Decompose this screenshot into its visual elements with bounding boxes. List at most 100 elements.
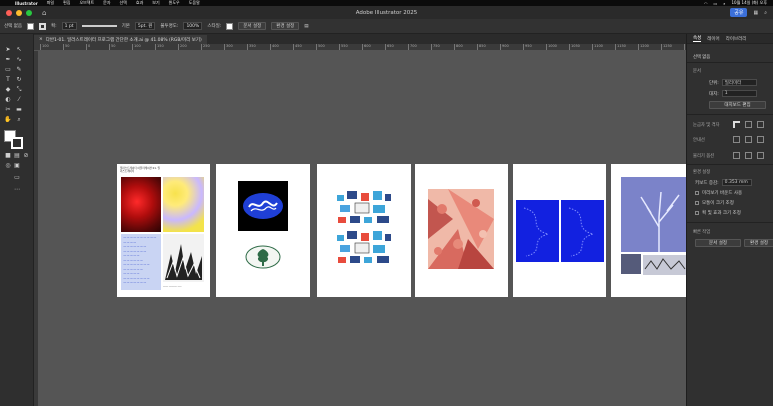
tab-properties[interactable]: 속성 bbox=[693, 35, 702, 42]
guides-title: 안내선 bbox=[693, 138, 705, 143]
type-tool-icon[interactable]: T bbox=[4, 76, 12, 84]
eyedropper-tool-icon[interactable]: ⁄ bbox=[15, 96, 23, 104]
document-setup-button[interactable]: 문서 설정 bbox=[238, 22, 267, 30]
icon-infographic bbox=[337, 191, 391, 263]
scale-strokes-checkbox[interactable] bbox=[695, 211, 699, 215]
stroke-swatch[interactable] bbox=[39, 22, 46, 30]
scale-tool-icon[interactable]: ⤡ bbox=[15, 86, 23, 94]
ruler-tick-label: 1050 bbox=[569, 44, 580, 50]
snap-to-glyph-icon[interactable] bbox=[757, 152, 764, 159]
wifi-icon[interactable]: ◠ bbox=[704, 1, 708, 6]
screen-mode-icon[interactable]: ▣ bbox=[13, 162, 21, 170]
ruler-tick-label: 900 bbox=[500, 44, 509, 50]
artboard-tool-icon[interactable]: ✂ bbox=[4, 106, 12, 114]
preview-bounds-checkbox[interactable] bbox=[695, 191, 699, 195]
shape-builder-tool-icon[interactable]: ◐ bbox=[4, 96, 12, 104]
show-guides-icon[interactable] bbox=[733, 136, 740, 143]
rotate-tool-icon[interactable]: ↻ bbox=[15, 76, 23, 84]
stroke-weight-field[interactable]: 1 pt bbox=[61, 22, 77, 30]
edit-toolbar-icon[interactable]: ⋯ bbox=[13, 186, 21, 194]
minimize-window-button[interactable] bbox=[16, 9, 22, 16]
home-icon[interactable]: ⌂ bbox=[42, 9, 46, 17]
none-mode-icon[interactable]: ⊘ bbox=[22, 152, 30, 160]
stroke-profile-label[interactable]: 기본 bbox=[122, 23, 130, 29]
grid-toggle-icon[interactable] bbox=[745, 121, 752, 128]
close-window-button[interactable] bbox=[6, 9, 12, 16]
curvature-tool-icon[interactable]: ∿ bbox=[15, 56, 23, 64]
brush-definition-field[interactable]: 5pt. 원 bbox=[134, 22, 156, 30]
artboard-3[interactable] bbox=[317, 164, 411, 297]
edit-artboard-button[interactable]: 대지보드 편집 bbox=[709, 101, 766, 109]
rectangle-tool-icon[interactable]: ▭ bbox=[4, 66, 12, 74]
gradient-tool-icon[interactable]: ▬ bbox=[15, 106, 23, 114]
no-selection-label: 선택 없음 bbox=[693, 55, 711, 60]
gradient-mode-icon[interactable]: ▤ bbox=[13, 152, 21, 160]
ruler-tick-label: 250 bbox=[201, 44, 210, 50]
snap-to-point-icon[interactable] bbox=[733, 152, 740, 159]
ruler-tick-label: 150 bbox=[155, 44, 164, 50]
keyboard-increment-label: 키보드 증감: bbox=[695, 180, 719, 186]
properties-panel: 속성 레이어 라이브러리 선택 없음 문서 단위: 밀리미터 대지: 1 대지보… bbox=[686, 34, 773, 406]
fill-swatch[interactable] bbox=[27, 22, 34, 30]
ruler-toggle-icon[interactable] bbox=[733, 121, 740, 128]
eraser-tool-icon[interactable]: ◆ bbox=[4, 86, 12, 94]
selection-tool-icon[interactable]: ➤ bbox=[4, 46, 12, 54]
quick-preferences-button[interactable]: 환경 설정 bbox=[744, 239, 773, 247]
preferences-button[interactable]: 환경 설정 bbox=[271, 22, 300, 30]
arrange-documents-icon[interactable]: ▤ bbox=[304, 24, 308, 29]
color-mode-icon[interactable]: ■ bbox=[4, 152, 12, 160]
ruler-tick-label: 400 bbox=[270, 44, 279, 50]
stroke-color-icon[interactable] bbox=[11, 137, 23, 149]
opacity-field[interactable]: 100% bbox=[183, 22, 203, 30]
maximize-window-button[interactable] bbox=[26, 9, 32, 16]
battery-icon[interactable]: ▭ bbox=[713, 1, 717, 6]
draw-mode-icon[interactable]: ◎ bbox=[4, 162, 12, 170]
horizontal-ruler[interactable]: 100 50 0 50 100 150 200 250 300 350 400 450 500 550 60… bbox=[34, 44, 686, 51]
change-screen-mode-icon[interactable]: ▭ bbox=[13, 174, 21, 182]
artboard-6[interactable] bbox=[611, 164, 686, 297]
artboard-2[interactable] bbox=[216, 164, 310, 297]
graphic-style-swatch[interactable] bbox=[226, 22, 234, 30]
artboard-5[interactable] bbox=[513, 164, 606, 297]
pen-tool-icon[interactable]: ✒ bbox=[4, 56, 12, 64]
bw-illustration-thumbnail bbox=[163, 234, 204, 282]
tab-libraries[interactable]: 라이브러리 bbox=[726, 36, 747, 42]
tree-photo-artwork bbox=[621, 177, 686, 275]
artboard-1-footer: ____ ______ ___ bbox=[163, 284, 182, 287]
control-bar: 선택 없음 획: 1 pt 기본 5pt. 원 불투명도: 100% 스타일: … bbox=[0, 19, 773, 34]
search-icon[interactable]: ⌕ bbox=[723, 1, 725, 6]
quick-actions-title: 빠른 작업 bbox=[693, 230, 711, 235]
artboard-4[interactable] bbox=[415, 164, 508, 297]
hand-tool-icon[interactable]: ✋ bbox=[4, 116, 12, 124]
smart-guides-icon[interactable] bbox=[757, 136, 764, 143]
close-tab-icon[interactable]: × bbox=[39, 37, 43, 42]
opacity-label: 불투명도: bbox=[160, 24, 179, 29]
search-help-icon[interactable]: ⌕ bbox=[764, 10, 767, 16]
ruler-tick-label: 850 bbox=[477, 44, 486, 50]
document-tab[interactable]: × 다반1-01. 일러스트레이터 프로그램 간단한 소개.ai @ 41.08… bbox=[34, 35, 207, 44]
document-tab-title: 다반1-01. 일러스트레이터 프로그램 간단한 소개.ai @ 41.08% … bbox=[45, 37, 202, 43]
quick-doc-setup-button[interactable]: 문서 설정 bbox=[695, 239, 741, 247]
tab-layers[interactable]: 레이어 bbox=[707, 36, 719, 42]
scale-corners-checkbox[interactable] bbox=[695, 201, 699, 205]
direct-selection-tool-icon[interactable]: ↖ bbox=[15, 46, 23, 54]
zoom-tool-icon[interactable]: ⌕ bbox=[15, 116, 23, 124]
ruler-tick-label: 100 bbox=[40, 44, 49, 50]
workspace-icon[interactable]: ▦ bbox=[753, 10, 758, 16]
tools-panel: ➤ ↖ ✒ ∿ ▭ ✎ T ↻ ◆ ⤡ ◐ ⁄ ✂ ▬ ✋ ⌕ ■ ▤ ⊘ ◎ … bbox=[0, 34, 34, 406]
ruler-tick-label: 800 bbox=[454, 44, 463, 50]
artboard-dropdown[interactable]: 1 bbox=[721, 90, 757, 97]
unit-dropdown[interactable]: 밀리미터 bbox=[721, 79, 757, 86]
share-button[interactable]: 공유 bbox=[730, 8, 748, 17]
ruler-tick-label: 50 bbox=[109, 44, 115, 50]
pixel-grid-icon[interactable] bbox=[757, 121, 764, 128]
canvas[interactable]: 일러스트레이터 어플리케이션 01. 일러스트레이터 ~~~~~~~~~~ ~~… bbox=[39, 51, 686, 406]
keyboard-increment-field[interactable]: 0.353 mm bbox=[721, 179, 752, 186]
ruler-tick-label: 750 bbox=[431, 44, 440, 50]
artboard-1[interactable]: 일러스트레이터 어플리케이션 01. 일러스트레이터 ~~~~~~~~~~ ~~… bbox=[117, 164, 210, 297]
stroke-profile-preview[interactable] bbox=[81, 25, 117, 27]
paintbrush-tool-icon[interactable]: ✎ bbox=[15, 66, 23, 74]
snap-to-pixel-icon[interactable] bbox=[745, 152, 752, 159]
lock-guides-icon[interactable] bbox=[745, 136, 752, 143]
menu-app-name[interactable]: Illustrator bbox=[15, 1, 38, 6]
